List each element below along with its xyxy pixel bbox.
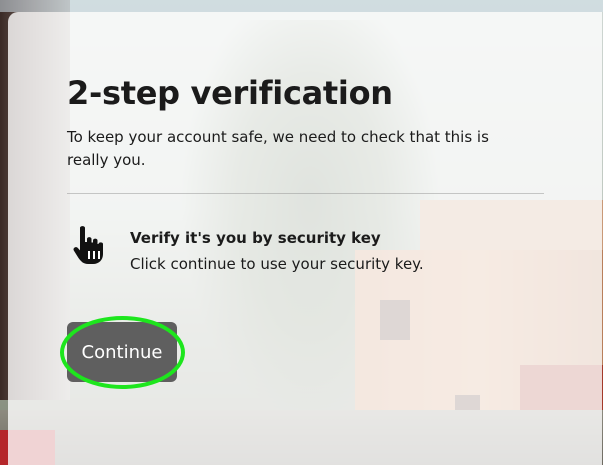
- page-description: To keep your account safe, we need to ch…: [67, 128, 489, 169]
- continue-button[interactable]: Continue: [67, 322, 177, 382]
- divider: [67, 193, 544, 194]
- security-key-option-title: Verify it's you by security key: [130, 229, 381, 247]
- top-strip: [0, 0, 603, 12]
- security-key-option-subtitle: Click continue to use your security key.: [130, 255, 424, 273]
- hand-pointer-icon: [72, 224, 106, 266]
- page-title: 2-step verification: [67, 74, 393, 112]
